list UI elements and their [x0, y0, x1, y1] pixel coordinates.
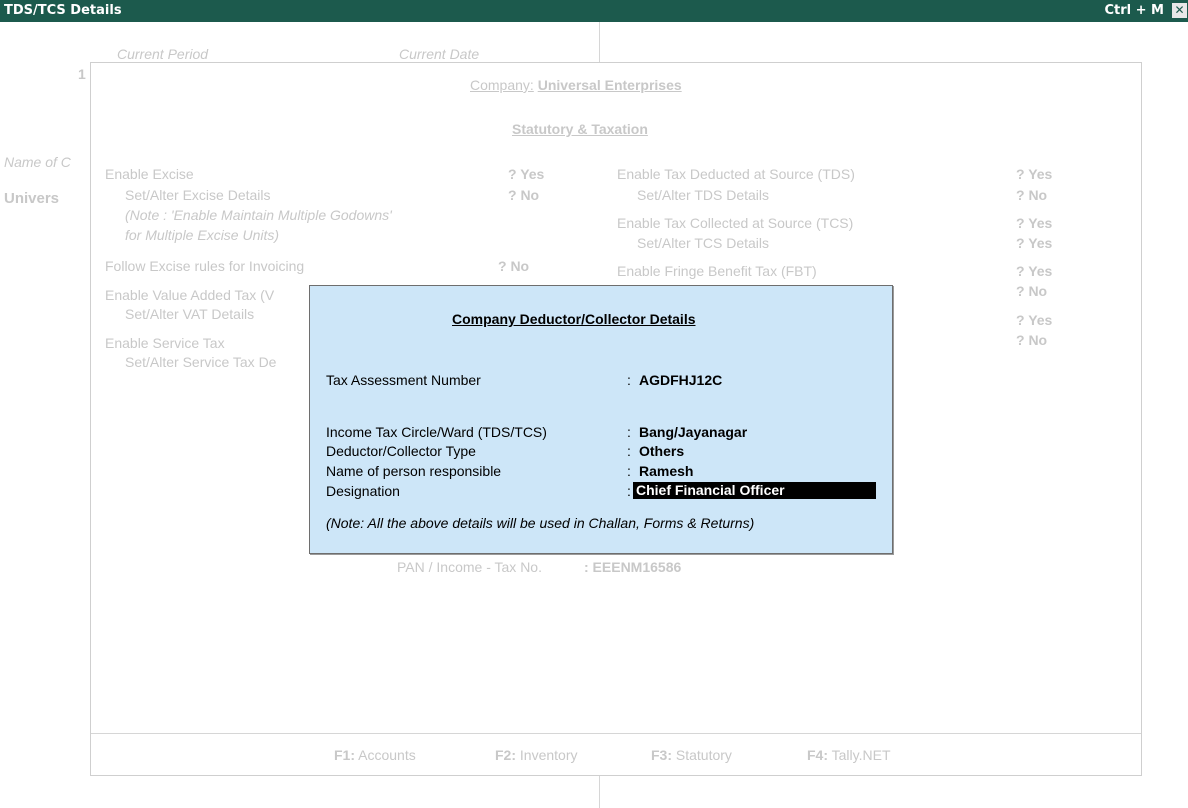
section-title: Statutory & Taxation — [512, 121, 648, 137]
period-value-partial: 1 — [78, 66, 86, 82]
designation-field[interactable]: Chief Financial Officer — [633, 482, 876, 499]
dialog-title: Company Deductor/Collector Details — [452, 311, 696, 327]
enable-excise-value: ? Yes — [508, 166, 545, 182]
footer-f2-inventory[interactable]: F2: Inventory — [495, 747, 577, 763]
window-title: TDS/TCS Details — [4, 3, 122, 18]
tax-assessment-field[interactable]: AGDFHJ12C — [639, 372, 722, 388]
title-bar: TDS/TCS Details Ctrl + M ✕ — [0, 0, 1188, 22]
close-icon[interactable]: ✕ — [1172, 3, 1187, 18]
designation-sep: : — [627, 483, 631, 499]
set-alter-tds-label: Set/Alter TDS Details — [637, 187, 770, 203]
pan-value: : EEENM16586 — [584, 559, 682, 575]
income-tax-circle-sep: : — [627, 424, 631, 440]
company-name-partial: Univers — [4, 190, 60, 207]
person-responsible-field[interactable]: Ramesh — [639, 463, 693, 479]
deductor-type-field[interactable]: Others — [639, 443, 684, 459]
footer-f3-statutory[interactable]: F3: Statutory — [651, 747, 732, 763]
shortcut-label: Ctrl + M — [1104, 3, 1164, 18]
tax-assessment-sep: : — [627, 372, 631, 388]
excise-note-line1: (Note : 'Enable Maintain Multiple Godown… — [125, 207, 392, 223]
follow-excise-rules-label: Follow Excise rules for Invoicing — [105, 258, 305, 274]
set-alter-tcs-value: ? Yes — [1016, 235, 1053, 251]
dialog-note: (Note: All the above details will be use… — [326, 515, 755, 531]
footer-f4-tallynet[interactable]: F4: Tally.NET — [807, 747, 891, 763]
pan-label: PAN / Income - Tax No. — [397, 559, 542, 575]
right-value-7: ? Yes — [1016, 312, 1053, 328]
excise-note-line2: for Multiple Excise Units) — [125, 227, 280, 243]
deductor-details-dialog: Company Deductor/Collector Details Tax A… — [309, 285, 893, 554]
enable-tcs-value: ? Yes — [1016, 215, 1053, 231]
income-tax-circle-field[interactable]: Bang/Jayanagar — [639, 424, 747, 440]
deductor-type-label: Deductor/Collector Type — [326, 443, 476, 459]
person-responsible-label: Name of person responsible — [326, 463, 502, 479]
enable-tcs-label: Enable Tax Collected at Source (TCS) — [617, 215, 854, 231]
enable-fbt-label: Enable Fringe Benefit Tax (FBT) — [617, 263, 817, 279]
enable-tds-label: Enable Tax Deducted at Source (TDS) — [617, 166, 855, 182]
income-tax-circle-label: Income Tax Circle/Ward (TDS/TCS) — [326, 424, 547, 440]
right-value-6: ? No — [1016, 283, 1048, 299]
enable-excise-label: Enable Excise — [105, 166, 194, 182]
person-responsible-sep: : — [627, 463, 631, 479]
footer-divider — [91, 733, 1141, 734]
enable-vat-label: Enable Value Added Tax (V — [105, 287, 275, 303]
set-alter-excise-label: Set/Alter Excise Details — [125, 187, 271, 203]
company-name: Universal Enterprises — [537, 77, 682, 93]
enable-tds-value: ? Yes — [1016, 166, 1053, 182]
footer-f1-accounts[interactable]: F1: Accounts — [334, 747, 416, 763]
name-of-company-label: Name of C — [4, 154, 71, 170]
current-period-label: Current Period — [117, 46, 209, 62]
set-alter-vat-label: Set/Alter VAT Details — [125, 306, 255, 322]
current-date-label: Current Date — [399, 46, 480, 62]
set-alter-service-tax-label: Set/Alter Service Tax De — [125, 354, 277, 370]
deductor-type-sep: : — [627, 443, 631, 459]
enable-service-tax-label: Enable Service Tax — [105, 335, 225, 351]
right-value-8: ? No — [1016, 332, 1048, 348]
tax-assessment-label: Tax Assessment Number — [326, 372, 481, 388]
enable-fbt-value: ? Yes — [1016, 263, 1053, 279]
set-alter-tds-value: ? No — [1016, 187, 1048, 203]
designation-label: Designation — [326, 483, 400, 499]
set-alter-excise-value: ? No — [508, 187, 540, 203]
follow-excise-rules-value: ? No — [498, 258, 530, 274]
company-label: Company: Universal Enterprises — [470, 77, 682, 93]
set-alter-tcs-label: Set/Alter TCS Details — [637, 235, 770, 251]
